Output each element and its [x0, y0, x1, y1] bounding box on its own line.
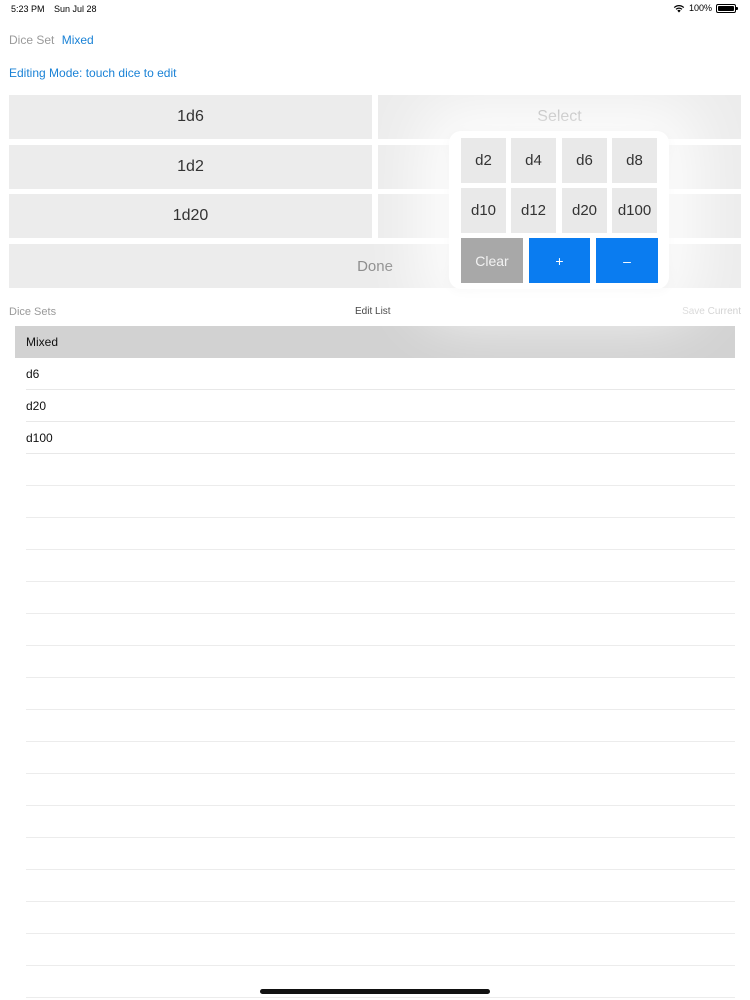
- list-empty-row: [26, 774, 735, 806]
- list-empty-row: [26, 678, 735, 710]
- die-key-d10[interactable]: d10: [461, 188, 506, 233]
- list-empty-row: [26, 582, 735, 614]
- list-item-d100[interactable]: d100: [26, 422, 735, 454]
- edit-list-button[interactable]: Edit List: [355, 306, 391, 317]
- status-bar: 5:23 PM Sun Jul 28 100%: [0, 0, 750, 18]
- list-empty-row: [26, 518, 735, 550]
- list-empty-row: [26, 838, 735, 870]
- list-empty-row: [26, 454, 735, 486]
- dice-sets-heading: Dice Sets: [9, 306, 57, 318]
- status-indicators: 100%: [673, 3, 738, 13]
- status-date: Sun Jul 28: [54, 4, 97, 14]
- list-empty-row: [26, 486, 735, 518]
- battery-icon: [716, 3, 738, 13]
- list-empty-row: [26, 902, 735, 934]
- list-empty-row: [26, 550, 735, 582]
- wifi-icon: [673, 4, 685, 12]
- dice-button-1d20[interactable]: 1d20: [9, 194, 372, 238]
- list-empty-row: [26, 806, 735, 838]
- battery-percent: 100%: [688, 3, 712, 13]
- list-empty-row: [26, 710, 735, 742]
- dice-button-1d2[interactable]: 1d2: [9, 145, 372, 189]
- die-key-d8[interactable]: d8: [612, 138, 657, 183]
- list-empty-row: [26, 934, 735, 966]
- dice-set-row: Dice Set Mixed: [9, 33, 94, 47]
- dice-button-1d6[interactable]: 1d6: [9, 95, 372, 139]
- die-key-d12[interactable]: d12: [511, 188, 556, 233]
- clear-button[interactable]: Clear: [461, 238, 523, 283]
- editing-mode-label: Editing Mode: touch dice to edit: [9, 66, 177, 80]
- list-item-d6[interactable]: d6: [26, 358, 735, 390]
- save-current-button[interactable]: Save Current: [682, 306, 741, 317]
- die-key-d20[interactable]: d20: [562, 188, 607, 233]
- status-time: 5:23 PM: [11, 4, 45, 14]
- list-item-d20[interactable]: d20: [26, 390, 735, 422]
- die-key-d4[interactable]: d4: [511, 138, 556, 183]
- dice-set-value[interactable]: Mixed: [62, 33, 94, 47]
- home-indicator[interactable]: [260, 989, 490, 994]
- list-item-mixed[interactable]: Mixed: [15, 326, 735, 358]
- list-empty-row: [26, 742, 735, 774]
- list-empty-row: [26, 614, 735, 646]
- minus-button[interactable]: –: [596, 238, 658, 283]
- plus-button[interactable]: +: [529, 238, 590, 283]
- list-empty-row: [26, 646, 735, 678]
- list-empty-row: [26, 870, 735, 902]
- die-key-d2[interactable]: d2: [461, 138, 506, 183]
- dice-sets-list: Mixed d6 d20 d100: [15, 326, 735, 1000]
- dice-set-label: Dice Set: [9, 33, 55, 47]
- die-key-d6[interactable]: d6: [562, 138, 607, 183]
- die-key-d100[interactable]: d100: [612, 188, 657, 233]
- app-screen: 5:23 PM Sun Jul 28 100% Dice Set Mixed E…: [0, 0, 750, 1000]
